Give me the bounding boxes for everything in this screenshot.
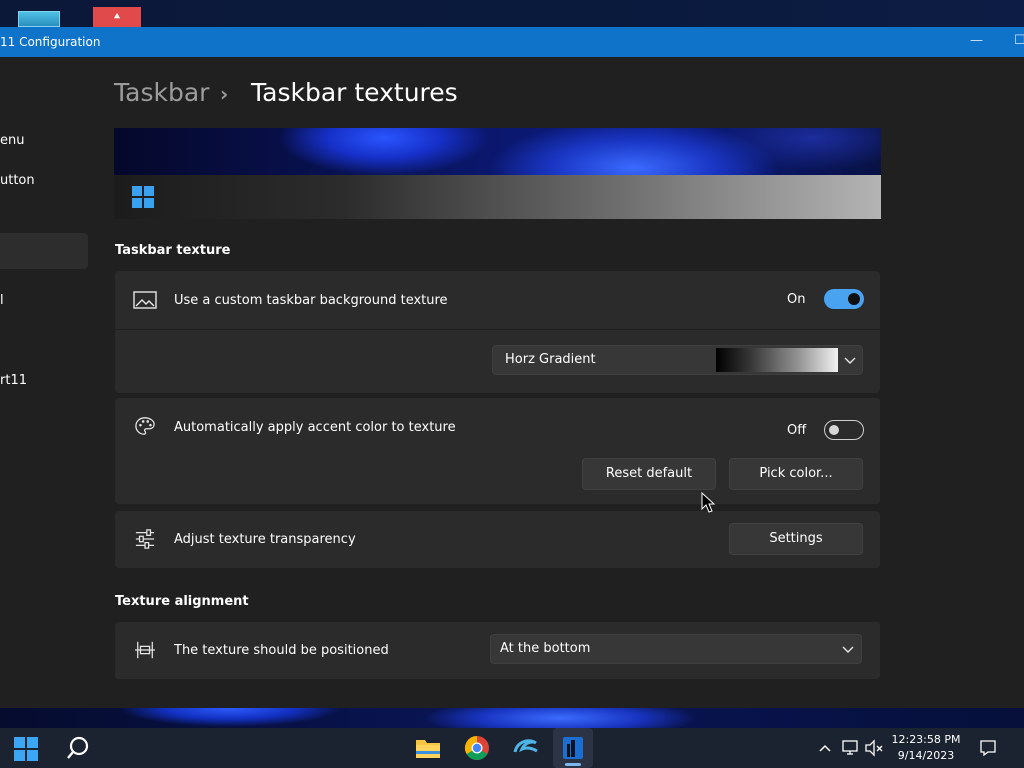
chrome-icon[interactable]: [457, 728, 497, 768]
active-indicator: [565, 763, 581, 766]
maximize-button[interactable]: ☐: [1014, 34, 1024, 48]
custom-texture-label: Use a custom taskbar background texture: [174, 293, 448, 308]
volume-muted-icon[interactable]: [864, 739, 884, 757]
texture-style-select[interactable]: Horz Gradient: [492, 345, 863, 375]
accent-color-label: Automatically apply accent color to text…: [174, 420, 456, 435]
gradient-swatch: [716, 348, 838, 372]
search-icon[interactable]: [58, 728, 98, 768]
configurator-icon: [563, 737, 583, 759]
breadcrumb-parent[interactable]: Taskbar: [114, 78, 209, 107]
image-icon: [133, 291, 157, 309]
accent-color-toggle[interactable]: [824, 420, 864, 440]
title-bar[interactable]: 11 Configuration — ☐: [0, 27, 1024, 57]
accent-color-state: Off: [787, 423, 807, 438]
page-title: Taskbar textures: [251, 78, 458, 107]
custom-texture-toggle[interactable]: [824, 289, 864, 309]
start-button[interactable]: [0, 728, 40, 768]
minimize-button[interactable]: —: [970, 34, 983, 48]
clock[interactable]: 12:23:58 PM 9/14/2023: [884, 732, 968, 764]
desktop-shortcut-icon[interactable]: [18, 11, 60, 27]
divider: [115, 329, 880, 330]
start-icon: [14, 737, 38, 761]
transparency-card: Adjust texture transparency Settings: [115, 511, 880, 568]
sidebar: enu utton l rt11: [0, 57, 100, 708]
windows-logo-icon: [132, 186, 154, 208]
wallpaper-preview: [114, 128, 881, 175]
clock-date: 9/14/2023: [897, 749, 955, 762]
texture-style-value: Horz Gradient: [505, 352, 596, 367]
transparency-settings-button[interactable]: Settings: [729, 523, 863, 555]
taskbar: [0, 728, 1024, 768]
alignment-label: The texture should be positioned: [174, 643, 389, 658]
desktop-app-icon[interactable]: ⯅: [93, 7, 141, 27]
sidebar-item-startallback[interactable]: rt11: [0, 373, 27, 388]
palette-icon: [135, 417, 155, 435]
mouse-cursor-icon: [701, 492, 716, 513]
sidebar-item-start-menu[interactable]: enu: [0, 133, 24, 148]
alignment-card: The texture should be positioned At the …: [115, 622, 880, 679]
clock-time: 12:23:58 PM: [891, 733, 961, 746]
chevron-right-icon: ›: [220, 82, 229, 106]
sliders-icon: [135, 529, 155, 549]
desktop-wallpaper: [0, 708, 1024, 728]
network-icon[interactable]: [841, 739, 861, 757]
edge-dev-icon[interactable]: [506, 728, 546, 768]
alignment-value: At the bottom: [500, 641, 591, 656]
sidebar-item-start-button[interactable]: utton: [0, 173, 35, 188]
sidebar-item-other[interactable]: l: [0, 293, 4, 308]
desktop-background: ⯅: [0, 0, 1024, 27]
transparency-label: Adjust texture transparency: [174, 532, 356, 547]
taskbar-texture-preview: [114, 175, 881, 219]
custom-texture-state: On: [787, 292, 806, 307]
sidebar-item-taskbar[interactable]: [0, 233, 88, 269]
notification-icon[interactable]: [979, 739, 997, 757]
chevron-down-icon: [844, 357, 856, 364]
custom-texture-card: Use a custom taskbar background texture …: [115, 271, 880, 393]
align-icon: [135, 641, 155, 659]
file-explorer-icon[interactable]: [408, 728, 448, 768]
configuration-window: 11 Configuration — ☐ enu utton l rt11 Ta…: [0, 27, 1024, 708]
section-title-texture-alignment: Texture alignment: [115, 594, 249, 609]
reset-default-button[interactable]: Reset default: [582, 458, 716, 490]
chevron-down-icon: [842, 646, 854, 653]
section-title-taskbar-texture: Taskbar texture: [115, 243, 231, 258]
window-title: 11 Configuration: [0, 35, 101, 49]
configurator-taskbar-button[interactable]: [553, 728, 593, 768]
taskbar-preview-image: [114, 128, 881, 219]
chevron-up-icon[interactable]: [817, 740, 833, 756]
alignment-select[interactable]: At the bottom: [490, 634, 862, 664]
accent-color-card: Automatically apply accent color to text…: [115, 398, 880, 504]
pick-color-button[interactable]: Pick color...: [729, 458, 863, 490]
